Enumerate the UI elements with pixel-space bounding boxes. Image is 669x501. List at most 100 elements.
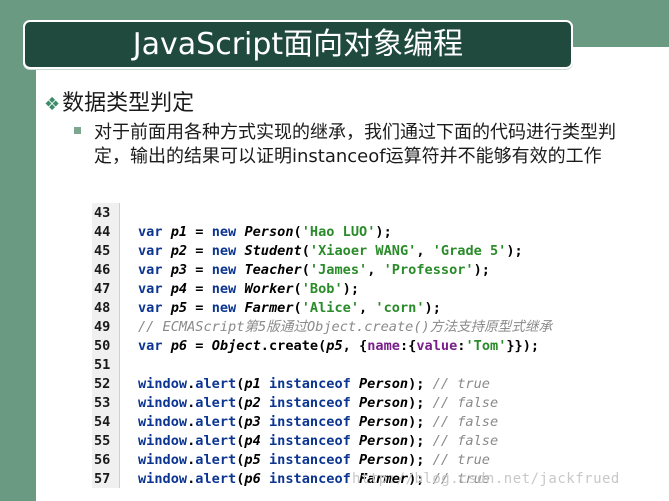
code-token: ); bbox=[506, 243, 523, 259]
line-number: 57 bbox=[94, 471, 111, 487]
code-token: Person bbox=[359, 433, 409, 449]
line-number: 51 bbox=[94, 357, 111, 373]
code-token: // false bbox=[432, 433, 499, 449]
code-token: var bbox=[138, 224, 163, 240]
code-token: new bbox=[211, 224, 237, 240]
code-line: 48 var p5 = new Farmer('Alice', 'corn'); bbox=[92, 299, 658, 318]
code-token: name bbox=[367, 338, 400, 354]
code-token: alert bbox=[195, 452, 237, 468]
code-token: 'Hao LUO' bbox=[301, 224, 376, 240]
code-line: 49 // ECMAScript第5版通过Object.create()方法支持原… bbox=[92, 318, 658, 337]
code-token: .create( bbox=[260, 338, 327, 354]
code-token: p6 bbox=[170, 338, 188, 354]
code-token: 'Alice' bbox=[301, 300, 360, 316]
code-token: p5 bbox=[170, 300, 188, 316]
code-token: ( bbox=[301, 243, 310, 259]
code-token: new bbox=[211, 300, 237, 316]
code-token: new bbox=[211, 262, 237, 278]
code-token: ); bbox=[408, 433, 433, 449]
code-token: Student bbox=[244, 243, 302, 259]
code-token: p1 bbox=[244, 376, 261, 392]
code-token: // false bbox=[432, 395, 499, 411]
code-token: alert bbox=[195, 414, 237, 430]
code-text: var p3 = new Teacher('James', 'Professor… bbox=[138, 261, 490, 280]
diamond-bullet-icon: ❖ bbox=[44, 94, 61, 115]
code-token: alert bbox=[195, 376, 237, 392]
sub-bullet-text: 对于前面用各种方式实现的继承，我们通过下面的代码进行类型判定，输出的结果可以证明… bbox=[94, 122, 616, 167]
code-token: , bbox=[367, 262, 384, 278]
code-line: 46 var p3 = new Teacher('James', 'Profess… bbox=[92, 261, 658, 280]
code-token: p6 bbox=[244, 471, 261, 487]
code-token: = bbox=[187, 224, 212, 240]
code-token: ( bbox=[293, 300, 302, 316]
heading-text: 数据类型判定 bbox=[62, 91, 195, 116]
line-number: 48 bbox=[94, 300, 111, 316]
code-token: Person bbox=[244, 224, 294, 240]
code-token: // true bbox=[432, 376, 490, 392]
code-token: Farmer bbox=[244, 300, 294, 316]
code-token: instanceof bbox=[268, 414, 351, 430]
code-token: // true bbox=[432, 452, 490, 468]
code-token: p4 bbox=[244, 433, 261, 449]
code-token: Person bbox=[359, 414, 409, 430]
code-line: 43 bbox=[92, 204, 658, 223]
code-token: var bbox=[138, 262, 163, 278]
code-text: window.alert(p1 instanceof Person); // t… bbox=[138, 375, 490, 394]
code-token: window bbox=[138, 452, 188, 468]
code-token: p3 bbox=[170, 262, 188, 278]
code-token: Worker bbox=[244, 281, 294, 297]
code-token: = bbox=[187, 300, 212, 316]
code-text: var p1 = new Person('Hao LUO'); bbox=[138, 223, 392, 242]
line-number: 47 bbox=[94, 281, 111, 297]
code-token: , bbox=[359, 300, 376, 316]
code-token: value bbox=[416, 338, 458, 354]
code-token: :{ bbox=[399, 338, 417, 354]
code-token: // ECMAScript第5版通过Object.create()方法支持原型式… bbox=[138, 319, 553, 335]
code-token: Object bbox=[211, 338, 261, 354]
code-token: 'Tom' bbox=[465, 338, 507, 354]
code-token: 'James' bbox=[309, 262, 368, 278]
code-token: p2 bbox=[244, 395, 261, 411]
code-token: p3 bbox=[244, 414, 261, 430]
code-line: 51 bbox=[92, 356, 658, 375]
code-token: 'Xiaoer WANG' bbox=[309, 243, 417, 259]
code-token: Teacher bbox=[244, 262, 302, 278]
code-token: Person bbox=[359, 395, 409, 411]
code-line: 44 var p1 = new Person('Hao LUO'); bbox=[92, 223, 658, 242]
code-token: 'corn' bbox=[375, 300, 425, 316]
code-text: // ECMAScript第5版通过Object.create()方法支持原型式… bbox=[138, 318, 552, 337]
line-number: 54 bbox=[94, 414, 111, 430]
code-token: }}); bbox=[506, 338, 540, 354]
code-token: instanceof bbox=[268, 433, 351, 449]
code-token: instanceof bbox=[268, 376, 351, 392]
code-token: alert bbox=[195, 433, 237, 449]
code-token: = bbox=[187, 281, 212, 297]
code-text: window.alert(p3 instanceof Person); // f… bbox=[138, 413, 498, 432]
code-token: p5 bbox=[326, 338, 343, 354]
code-token: ( bbox=[301, 262, 310, 278]
code-line: 54 window.alert(p3 instanceof Person); //… bbox=[92, 413, 658, 432]
code-token: instanceof bbox=[268, 452, 351, 468]
code-token: p1 bbox=[170, 224, 188, 240]
code-text: var p6 = Object.create(p5, {name:{value:… bbox=[138, 337, 539, 356]
code-token: instanceof bbox=[268, 395, 351, 411]
code-token: 'Grade 5' bbox=[432, 243, 507, 259]
code-text: window.alert(p4 instanceof Person); // f… bbox=[138, 432, 498, 451]
code-token: , { bbox=[342, 338, 368, 354]
line-number: 45 bbox=[94, 243, 111, 259]
code-token: window bbox=[138, 376, 188, 392]
side-accent-bar bbox=[0, 0, 36, 501]
code-token: instanceof bbox=[268, 471, 351, 487]
code-token: ); bbox=[408, 395, 433, 411]
